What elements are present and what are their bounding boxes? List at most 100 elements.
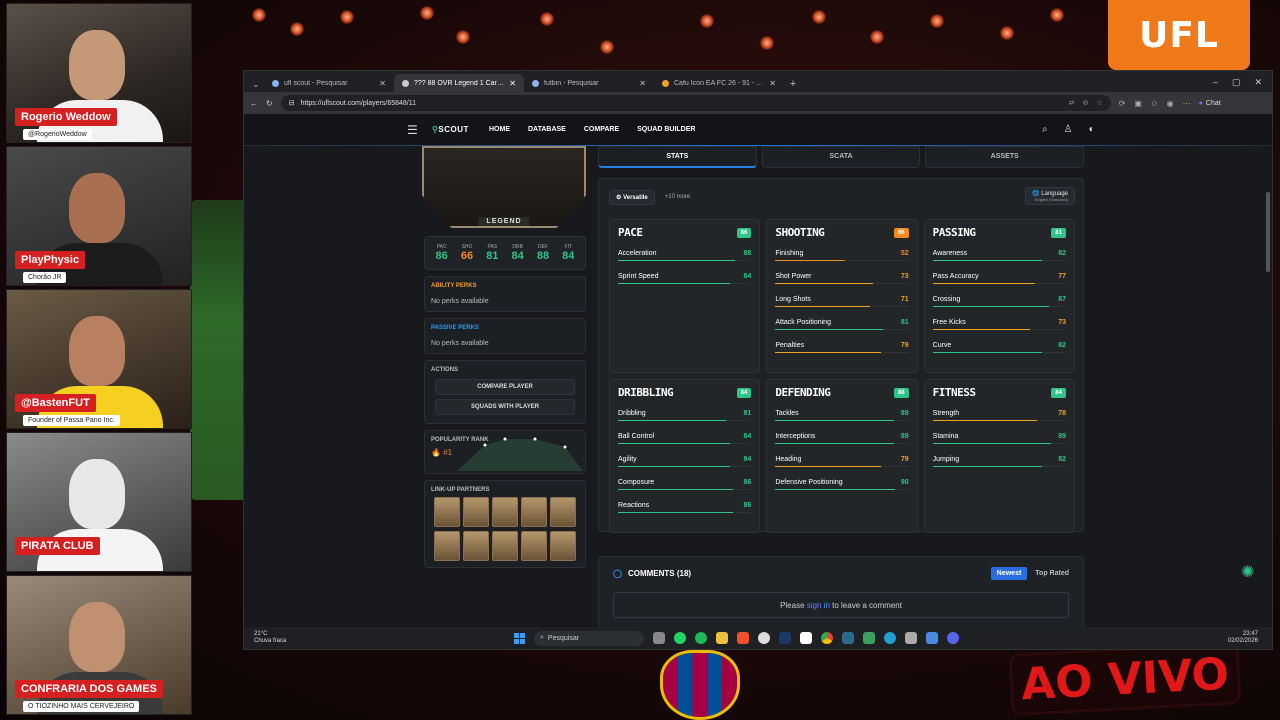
nav-home[interactable]: HOME (489, 126, 510, 133)
edge-icon[interactable] (884, 632, 896, 644)
site-info-icon[interactable]: ⊟ (289, 99, 295, 107)
browser-tab[interactable]: Cafu Icon EA FC 26 - 91 - Rating a ✕ (654, 74, 784, 92)
minimize-icon[interactable]: – (1213, 77, 1218, 88)
favorites-icon[interactable]: ✩ (1151, 99, 1158, 108)
attribute-value: 77 (1058, 273, 1066, 280)
refresh-icon[interactable]: ⟳ (1119, 99, 1126, 108)
tab-scata[interactable]: SCATA (761, 146, 921, 168)
attribute-name: Heading (775, 456, 802, 463)
partner-card[interactable] (550, 531, 576, 561)
copilot-chat-button[interactable]: ● Chat (1199, 100, 1221, 107)
light (600, 40, 614, 54)
attribute-bar (932, 306, 1066, 307)
star-icon[interactable]: ☆ (1096, 99, 1102, 107)
nav-compare[interactable]: COMPARE (584, 126, 619, 133)
tab-assets[interactable]: ASSETS (925, 146, 1085, 168)
partner-card[interactable] (463, 497, 489, 527)
attribute-row: Tackles 89 (775, 407, 908, 420)
reload-icon[interactable]: ↻ (266, 99, 273, 108)
new-tab-button[interactable]: + (784, 78, 802, 92)
weather-widget[interactable]: 21°C Chuva fraca (254, 631, 286, 645)
attribute-name: Jumping (932, 456, 960, 463)
theme-icon[interactable]: ◐ (1089, 124, 1095, 135)
attribute-value: 86 (743, 479, 752, 486)
translate-icon[interactable]: ⇄ (1069, 99, 1075, 107)
more-playstyles-link[interactable]: +10 more (665, 194, 691, 200)
login-prefix: Please (780, 601, 805, 610)
close-tab-icon[interactable]: ✕ (769, 79, 776, 88)
attribute-bar-fill (775, 306, 870, 307)
search-icon[interactable]: ⌕ (1042, 124, 1048, 135)
attribute-bar (618, 283, 752, 284)
light (760, 36, 774, 50)
browser-tab[interactable]: ufl scout - Pesquisar ✕ (264, 74, 394, 92)
chatgpt-icon[interactable] (758, 632, 770, 644)
playstyle-tag[interactable]: ⚙ Versatile (609, 189, 655, 205)
close-tab-icon[interactable]: ✕ (639, 79, 646, 88)
sort-newest-button[interactable]: Newest (990, 567, 1028, 580)
nav-squad-builder[interactable]: SQUAD BUILDER (637, 126, 695, 133)
partner-card[interactable] (521, 497, 547, 527)
partner-card[interactable] (550, 497, 576, 527)
discord-icon[interactable] (947, 632, 959, 644)
profile-avatar-icon[interactable]: ◉ (1167, 99, 1174, 108)
app-icon[interactable] (863, 632, 875, 644)
app-icon[interactable] (905, 632, 917, 644)
partner-card[interactable] (463, 531, 489, 561)
browser-tab[interactable]: futbin - Pesquisar ✕ (524, 74, 654, 92)
taskbar-clock[interactable]: 23:47 02/02/2026 (1228, 631, 1258, 645)
attribute-name: Crossing (932, 296, 961, 303)
ai-assistant-icon[interactable]: ✺ (1241, 562, 1261, 582)
address-bar[interactable]: ⊟ https://uflscout.com/players/65848/11 … (280, 95, 1111, 111)
attribute-name: Free Kicks (932, 319, 966, 326)
close-window-icon[interactable]: ✕ (1254, 77, 1262, 88)
squads-with-player-button[interactable]: SQUADS WITH PLAYER (435, 399, 575, 415)
taskbar-search[interactable]: ⌕ Pesquisar (534, 630, 644, 646)
menu-icon[interactable]: ☰ (407, 123, 418, 137)
partner-card[interactable] (492, 497, 518, 527)
app-icon[interactable] (926, 632, 938, 644)
site-logo[interactable]: ⚲SCOUT (432, 125, 469, 134)
attribute-row: Curve 82 (933, 339, 1066, 352)
back-icon[interactable]: ← (250, 99, 258, 108)
sign-in-link[interactable]: sign in (807, 601, 830, 610)
spotify-icon[interactable] (695, 632, 707, 644)
more-icon[interactable]: ⋯ (1183, 99, 1191, 108)
compare-player-button[interactable]: COMPARE PLAYER (435, 379, 575, 395)
user-icon[interactable]: ♙ (1064, 124, 1073, 135)
split-icon[interactable]: ▣ (1134, 99, 1142, 108)
copilot-app-icon[interactable] (653, 632, 665, 644)
language-selector[interactable]: 🌐 Language English (Standard) (1025, 187, 1075, 205)
nav-database[interactable]: DATABASE (528, 126, 566, 133)
tab-stats[interactable]: STATS (598, 146, 757, 168)
ability-perks-title: ABILITY PERKS (431, 283, 477, 289)
card-stat-value: 88 (536, 250, 550, 262)
windows-start-icon[interactable] (514, 632, 525, 644)
partner-card[interactable] (492, 531, 518, 561)
sort-top-rated-button[interactable]: Top Rated (1035, 567, 1069, 580)
tab-search-chevron-icon[interactable]: ⌄ (248, 76, 264, 92)
whatsapp-icon[interactable] (674, 632, 686, 644)
attribute-value: 90 (900, 479, 909, 486)
partner-card[interactable] (521, 531, 547, 561)
capcut-icon[interactable] (800, 632, 812, 644)
close-tab-icon[interactable]: ✕ (509, 79, 516, 88)
partner-card[interactable] (434, 497, 460, 527)
attribute-name: Awareness (932, 250, 968, 257)
photoshop-icon[interactable] (779, 632, 791, 644)
site-nav-links: HOME DATABASE COMPARE SQUAD BUILDER (489, 126, 695, 133)
partner-card[interactable] (434, 531, 460, 561)
chrome-icon[interactable] (821, 632, 833, 644)
player-sidebar: LEGEND PAC 86 SHO 66 PAS 81 DRB 84 DEF 88 FIT 84 AB… (422, 146, 586, 568)
attribute-row: Sprint Speed 84 (618, 270, 751, 283)
block-icon[interactable]: ⊘ (1083, 99, 1089, 107)
app-icon[interactable] (842, 632, 854, 644)
browser-tab-active[interactable]: ??? 88 OVR Legend 1 Card | UFL S ✕ (394, 74, 524, 92)
file-explorer-icon[interactable] (716, 632, 728, 644)
brave-icon[interactable] (737, 632, 749, 644)
maximize-icon[interactable]: ▢ (1232, 77, 1241, 88)
page-scrollbar[interactable] (1266, 192, 1270, 272)
close-tab-icon[interactable]: ✕ (379, 79, 386, 88)
attribute-bar-fill (618, 443, 730, 444)
attribute-value: 84 (743, 433, 752, 440)
